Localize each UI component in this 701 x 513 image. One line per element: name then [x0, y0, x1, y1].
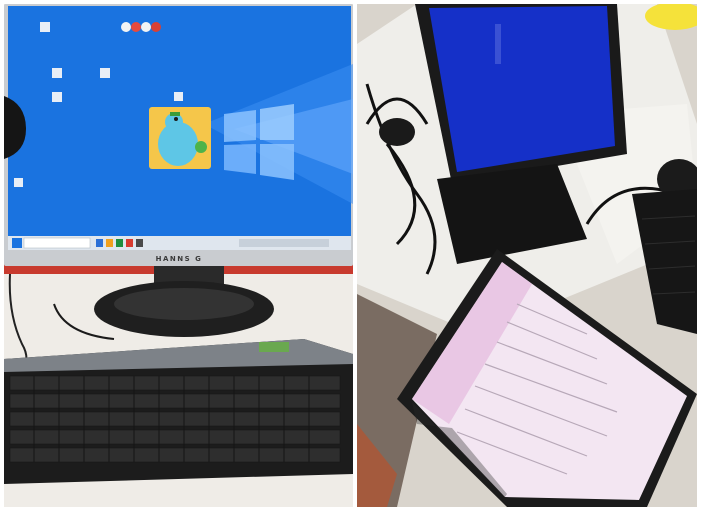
desktop-icon[interactable] — [40, 22, 50, 32]
keyboard — [4, 339, 353, 484]
tablet-top-screen — [429, 6, 615, 172]
tablets-scene — [357, 4, 697, 507]
monitor-screen — [8, 6, 353, 236]
taskbar[interactable] — [8, 236, 351, 250]
photo-collage: HANNS G — [0, 0, 701, 513]
system-tray[interactable] — [239, 239, 329, 247]
desktop-icon[interactable] — [52, 92, 62, 102]
taskbar-search-input[interactable] — [23, 237, 91, 249]
photo-desktop-pc: HANNS G — [4, 4, 353, 507]
desktop-icon[interactable] — [52, 68, 62, 78]
desktop-scene: HANNS G — [4, 4, 353, 507]
desktop-icon[interactable] — [174, 92, 183, 101]
desktop-icon[interactable] — [100, 68, 110, 78]
monitor-brand-label: HANNS G — [156, 255, 203, 263]
desktop-icon[interactable] — [14, 178, 23, 187]
start-button[interactable] — [12, 238, 22, 248]
photo-divider — [353, 0, 357, 513]
cartoon-sticker-image — [149, 107, 211, 169]
photo-tablets — [357, 4, 697, 507]
